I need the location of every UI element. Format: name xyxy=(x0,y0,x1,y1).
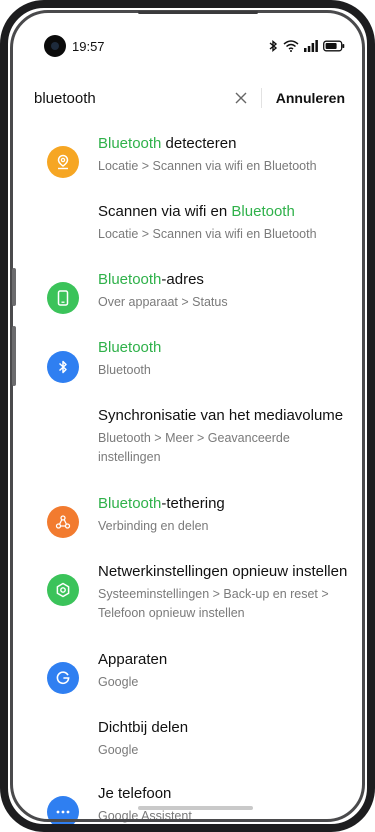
phone-frame: 19:57 Annuleren Bluetooth detecteren Loc… xyxy=(0,0,375,832)
tethering-icon xyxy=(47,506,79,538)
battery-status-icon xyxy=(323,40,345,52)
clear-search-button[interactable] xyxy=(233,86,249,110)
result-title: Synchronisatie van het mediavolume xyxy=(98,407,344,424)
result-title: Scannen via wifi en Bluetooth xyxy=(98,203,295,220)
result-bluetooth-adres[interactable]: Bluetooth-adres Over apparaat > Status xyxy=(8,270,367,330)
result-scannen-via-wifi[interactable]: Scannen via wifi en Bluetooth Locatie > … xyxy=(8,202,367,262)
result-title: Apparaten xyxy=(98,651,168,668)
search-input[interactable] xyxy=(34,89,233,107)
result-title: Bluetooth-tethering xyxy=(98,495,225,512)
google-icon xyxy=(47,662,79,694)
divider xyxy=(261,88,262,108)
result-bluetooth-tethering[interactable]: Bluetooth-tethering Verbinding en delen xyxy=(8,494,367,554)
result-subtitle: Locatie > Scannen via wifi en Bluetooth xyxy=(98,159,317,173)
result-title: Bluetooth xyxy=(98,339,162,356)
result-subtitle: Over apparaat > Status xyxy=(98,295,228,309)
result-subtitle: Verbinding en delen xyxy=(98,519,209,533)
phone-icon xyxy=(47,282,79,314)
frame-top-slot xyxy=(138,11,258,14)
result-bluetooth-detecteren[interactable]: Bluetooth detecteren Locatie > Scannen v… xyxy=(8,134,367,194)
result-subtitle: Google xyxy=(98,743,139,757)
front-camera-icon xyxy=(44,35,66,57)
volume-button-2 xyxy=(12,326,16,386)
result-title: Netwerkinstellingen opnieuw instellen xyxy=(98,563,348,580)
result-subtitle: Bluetooth xyxy=(98,363,151,377)
location-pin-icon xyxy=(47,146,79,178)
more-dots-icon xyxy=(47,796,79,824)
result-title: Bluetooth detecteren xyxy=(98,135,237,152)
result-netwerkinstellingen[interactable]: Netwerkinstellingen opnieuw instellen Sy… xyxy=(8,562,367,642)
status-icons xyxy=(268,40,345,52)
result-bluetooth[interactable]: Bluetooth Bluetooth xyxy=(8,338,367,398)
search-bar: Annuleren xyxy=(34,82,345,114)
status-bar: 19:57 xyxy=(44,34,345,58)
volume-button xyxy=(12,268,16,306)
result-subtitle: Systeeminstellingen > Back-up en reset >… xyxy=(98,587,329,620)
result-subtitle: Bluetooth > Meer > Geavanceerde instelli… xyxy=(98,431,290,464)
status-time: 19:57 xyxy=(72,38,105,54)
result-synchronisatie-mediavolume[interactable]: Synchronisatie van het mediavolume Bluet… xyxy=(8,406,367,486)
wifi-status-icon xyxy=(283,40,299,52)
result-title: Dichtbij delen xyxy=(98,719,189,736)
result-subtitle: Google xyxy=(98,675,139,689)
result-title: Je telefoon xyxy=(98,785,172,802)
home-indicator[interactable] xyxy=(138,806,253,810)
close-icon xyxy=(235,92,247,104)
result-apparaten[interactable]: Apparaten Google xyxy=(8,650,367,710)
result-subtitle: Locatie > Scannen via wifi en Bluetooth xyxy=(98,227,317,241)
cancel-button[interactable]: Annuleren xyxy=(276,90,345,106)
result-title: Bluetooth-adres xyxy=(98,271,204,288)
bluetooth-icon xyxy=(47,351,79,383)
settings-gear-icon xyxy=(47,574,79,606)
bluetooth-status-icon xyxy=(269,40,278,52)
result-dichtbij-delen[interactable]: Dichtbij delen Google xyxy=(8,718,367,778)
signal-status-icon xyxy=(304,40,318,52)
